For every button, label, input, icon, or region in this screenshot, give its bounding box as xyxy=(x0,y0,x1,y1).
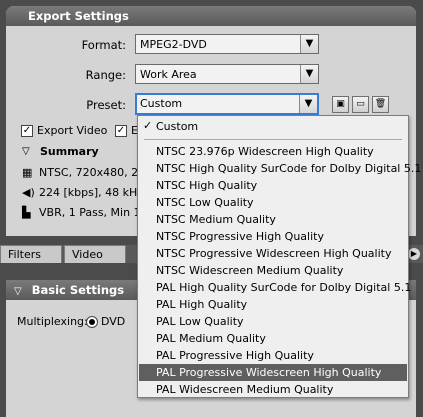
format-value: MPEG2-DVD xyxy=(140,38,207,51)
bitrate-icon: ▙ xyxy=(22,206,31,219)
basic-settings-title: Basic Settings xyxy=(31,283,125,297)
export-video-label: Export Video xyxy=(37,124,108,137)
menu-item[interactable]: NTSC 23.976p Widescreen High Quality xyxy=(139,143,407,160)
menu-item[interactable]: PAL Progressive High Quality xyxy=(139,347,407,364)
save-preset-button[interactable]: ▣ xyxy=(332,96,349,113)
menu-item[interactable]: NTSC Widescreen Medium Quality xyxy=(139,262,407,279)
checkmark-icon: ✓ xyxy=(143,119,153,132)
summary-bitrate-line: VBR, 1 Pass, Min 1,5 xyxy=(39,206,152,219)
summary-title: Summary xyxy=(40,145,99,158)
menu-item-label: Custom xyxy=(156,120,199,133)
menu-item[interactable]: PAL Medium Quality xyxy=(139,330,407,347)
menu-item[interactable]: PAL High Quality SurCode for Dolby Digit… xyxy=(139,279,411,296)
menu-item-custom[interactable]: ✓ Custom xyxy=(139,118,407,135)
tab-video[interactable]: Video xyxy=(64,245,126,263)
delete-preset-button[interactable]: 🗑 xyxy=(372,96,389,113)
menu-item[interactable]: PAL Low Quality xyxy=(139,313,407,330)
tab-filters-label: Filters xyxy=(8,248,41,261)
scroll-right-arrow-icon[interactable]: ▶ xyxy=(408,248,420,260)
range-value: Work Area xyxy=(140,68,197,81)
menu-item[interactable]: NTSC Medium Quality xyxy=(139,211,407,228)
range-label: Range: xyxy=(85,68,126,82)
chevron-down-icon[interactable]: ▽ xyxy=(22,146,30,157)
menu-item[interactable]: NTSC High Quality xyxy=(139,177,407,194)
chevron-down-icon[interactable]: ▽ xyxy=(14,286,22,297)
tab-video-label: Video xyxy=(72,248,103,261)
import-preset-button[interactable]: ▭ xyxy=(352,96,369,113)
speaker-icon: ◀) xyxy=(22,186,35,199)
menu-item[interactable]: NTSC Low Quality xyxy=(139,194,407,211)
menu-item[interactable]: PAL Progressive Widescreen High Quality xyxy=(139,364,407,381)
preset-label: Preset: xyxy=(86,98,126,112)
range-select[interactable]: Work Area ▼ xyxy=(135,64,319,84)
multiplexing-dvd-label: DVD xyxy=(101,315,126,328)
export-settings-header: Export Settings xyxy=(6,6,416,26)
multiplexing-label: Multiplexing: xyxy=(17,315,88,328)
save-preset-icon: ▣ xyxy=(336,99,345,109)
preset-value: Custom xyxy=(140,97,183,110)
preset-dropdown-menu: ✓ Custom NTSC 23.976p Widescreen High Qu… xyxy=(137,115,421,398)
chevron-down-icon: ▼ xyxy=(300,35,318,53)
chevron-down-icon: ▼ xyxy=(300,65,318,83)
menu-item[interactable]: NTSC High Quality SurCode for Dolby Digi… xyxy=(139,160,421,177)
menu-separator xyxy=(144,139,402,140)
export-video-checkbox[interactable]: ✓ xyxy=(21,125,33,137)
menu-item[interactable]: NTSC Progressive Widescreen High Quality xyxy=(139,245,407,262)
film-icon: ▦ xyxy=(22,166,33,179)
import-preset-icon: ▭ xyxy=(356,99,365,109)
delete-preset-icon: 🗑 xyxy=(374,99,387,109)
menu-item[interactable]: NTSC Progressive High Quality xyxy=(139,228,407,245)
preset-select[interactable]: Custom ▼ xyxy=(135,93,319,115)
menu-item[interactable]: PAL High Quality xyxy=(139,296,407,313)
export-audio-checkbox[interactable]: ✓ xyxy=(115,125,127,137)
format-select[interactable]: MPEG2-DVD ▼ xyxy=(135,34,319,54)
summary-audio-line: 224 [kbps], 48 kHz, xyxy=(39,186,147,199)
multiplexing-dvd-radio[interactable] xyxy=(86,316,98,328)
chevron-down-icon: ▼ xyxy=(299,95,317,113)
export-settings-title: Export Settings xyxy=(28,9,129,23)
menu-item[interactable]: PAL Widescreen Medium Quality xyxy=(139,381,407,398)
format-label: Format: xyxy=(81,38,126,52)
summary-video-line: NTSC, 720x480, 29. xyxy=(39,166,149,179)
tab-filters[interactable]: Filters xyxy=(0,245,62,263)
